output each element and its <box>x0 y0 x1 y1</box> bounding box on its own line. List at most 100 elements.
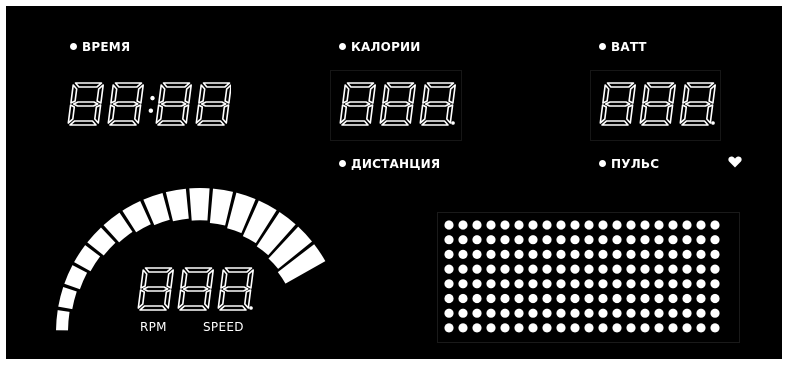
matrix-dot <box>654 279 664 289</box>
matrix-dot <box>640 308 650 318</box>
matrix-dot <box>500 264 510 274</box>
matrix-dot <box>668 308 678 318</box>
speed-label: SPEED <box>203 320 244 334</box>
matrix-dot <box>570 323 580 333</box>
matrix-dot <box>458 279 468 289</box>
matrix-dot <box>542 235 552 245</box>
matrix-dot <box>500 220 510 230</box>
matrix-dot <box>612 249 622 259</box>
matrix-dot <box>472 279 482 289</box>
matrix-dot <box>710 249 720 259</box>
matrix-dot <box>528 279 538 289</box>
matrix-dot <box>626 235 636 245</box>
matrix-dot <box>514 323 524 333</box>
matrix-dot <box>556 323 566 333</box>
matrix-dot <box>640 323 650 333</box>
matrix-dot <box>654 235 664 245</box>
matrix-dot <box>682 235 692 245</box>
matrix-dot <box>584 264 594 274</box>
matrix-dot <box>556 308 566 318</box>
speed-display <box>137 267 254 311</box>
matrix-dot <box>556 235 566 245</box>
matrix-dot <box>528 293 538 304</box>
matrix-dot <box>612 279 622 289</box>
matrix-dot <box>570 308 580 318</box>
matrix-dot <box>472 249 482 259</box>
matrix-dot <box>570 293 580 304</box>
matrix-dot <box>668 220 678 230</box>
matrix-dot <box>682 220 692 230</box>
matrix-dot <box>472 264 482 274</box>
matrix-dot <box>654 293 664 304</box>
matrix-dot <box>626 279 636 289</box>
matrix-dot <box>514 235 524 245</box>
matrix-dot <box>710 279 720 289</box>
matrix-dot <box>626 220 636 230</box>
matrix-dot <box>444 279 454 289</box>
matrix-dot <box>458 220 468 230</box>
matrix-dot <box>696 264 706 274</box>
matrix-dot <box>486 264 496 274</box>
matrix-dot <box>626 323 636 333</box>
matrix-dot <box>472 323 482 333</box>
matrix-dot <box>556 279 566 289</box>
matrix-dot <box>584 308 594 318</box>
matrix-dot <box>486 235 496 245</box>
matrix-dot <box>570 249 580 259</box>
matrix-dot <box>710 235 720 245</box>
pulse-dot-matrix <box>444 220 720 333</box>
matrix-dot <box>514 293 524 304</box>
matrix-dot <box>542 264 552 274</box>
matrix-dot <box>542 249 552 259</box>
matrix-dot <box>500 308 510 318</box>
matrix-dot <box>500 293 510 304</box>
matrix-dot <box>612 220 622 230</box>
matrix-dot <box>654 249 664 259</box>
gauge-segment <box>58 286 77 310</box>
matrix-dot <box>598 249 608 259</box>
matrix-dot <box>458 293 468 304</box>
matrix-dot <box>640 220 650 230</box>
matrix-dot <box>682 279 692 289</box>
matrix-dot <box>626 249 636 259</box>
matrix-dot <box>570 235 580 245</box>
matrix-dot <box>668 323 678 333</box>
matrix-dot <box>444 235 454 245</box>
matrix-dot <box>598 220 608 230</box>
matrix-dot <box>556 249 566 259</box>
matrix-dot <box>598 279 608 289</box>
matrix-dot <box>612 308 622 318</box>
matrix-dot <box>696 323 706 333</box>
matrix-dot <box>696 308 706 318</box>
matrix-dot <box>444 308 454 318</box>
gauge-segment <box>189 188 210 221</box>
matrix-dot <box>710 220 720 230</box>
matrix-dot <box>696 293 706 304</box>
matrix-dot <box>696 279 706 289</box>
matrix-dot <box>612 293 622 304</box>
matrix-dot <box>696 235 706 245</box>
matrix-dot <box>500 279 510 289</box>
matrix-dot <box>682 293 692 304</box>
matrix-dot <box>584 323 594 333</box>
matrix-dot <box>640 249 650 259</box>
matrix-dot <box>668 249 678 259</box>
matrix-dot <box>626 264 636 274</box>
matrix-dot <box>500 323 510 333</box>
matrix-dot <box>458 235 468 245</box>
matrix-dot <box>584 249 594 259</box>
matrix-dot <box>444 293 454 304</box>
segment-digit <box>217 267 254 311</box>
matrix-dot <box>654 264 664 274</box>
matrix-dot <box>514 308 524 318</box>
segment-digit <box>177 267 214 311</box>
matrix-dot <box>626 308 636 318</box>
matrix-dot <box>444 323 454 333</box>
matrix-dot <box>598 235 608 245</box>
gauge-segment <box>64 265 88 290</box>
matrix-dot <box>486 308 496 318</box>
matrix-dot <box>514 279 524 289</box>
matrix-dot <box>542 308 552 318</box>
matrix-dot <box>458 323 468 333</box>
matrix-dot <box>542 279 552 289</box>
